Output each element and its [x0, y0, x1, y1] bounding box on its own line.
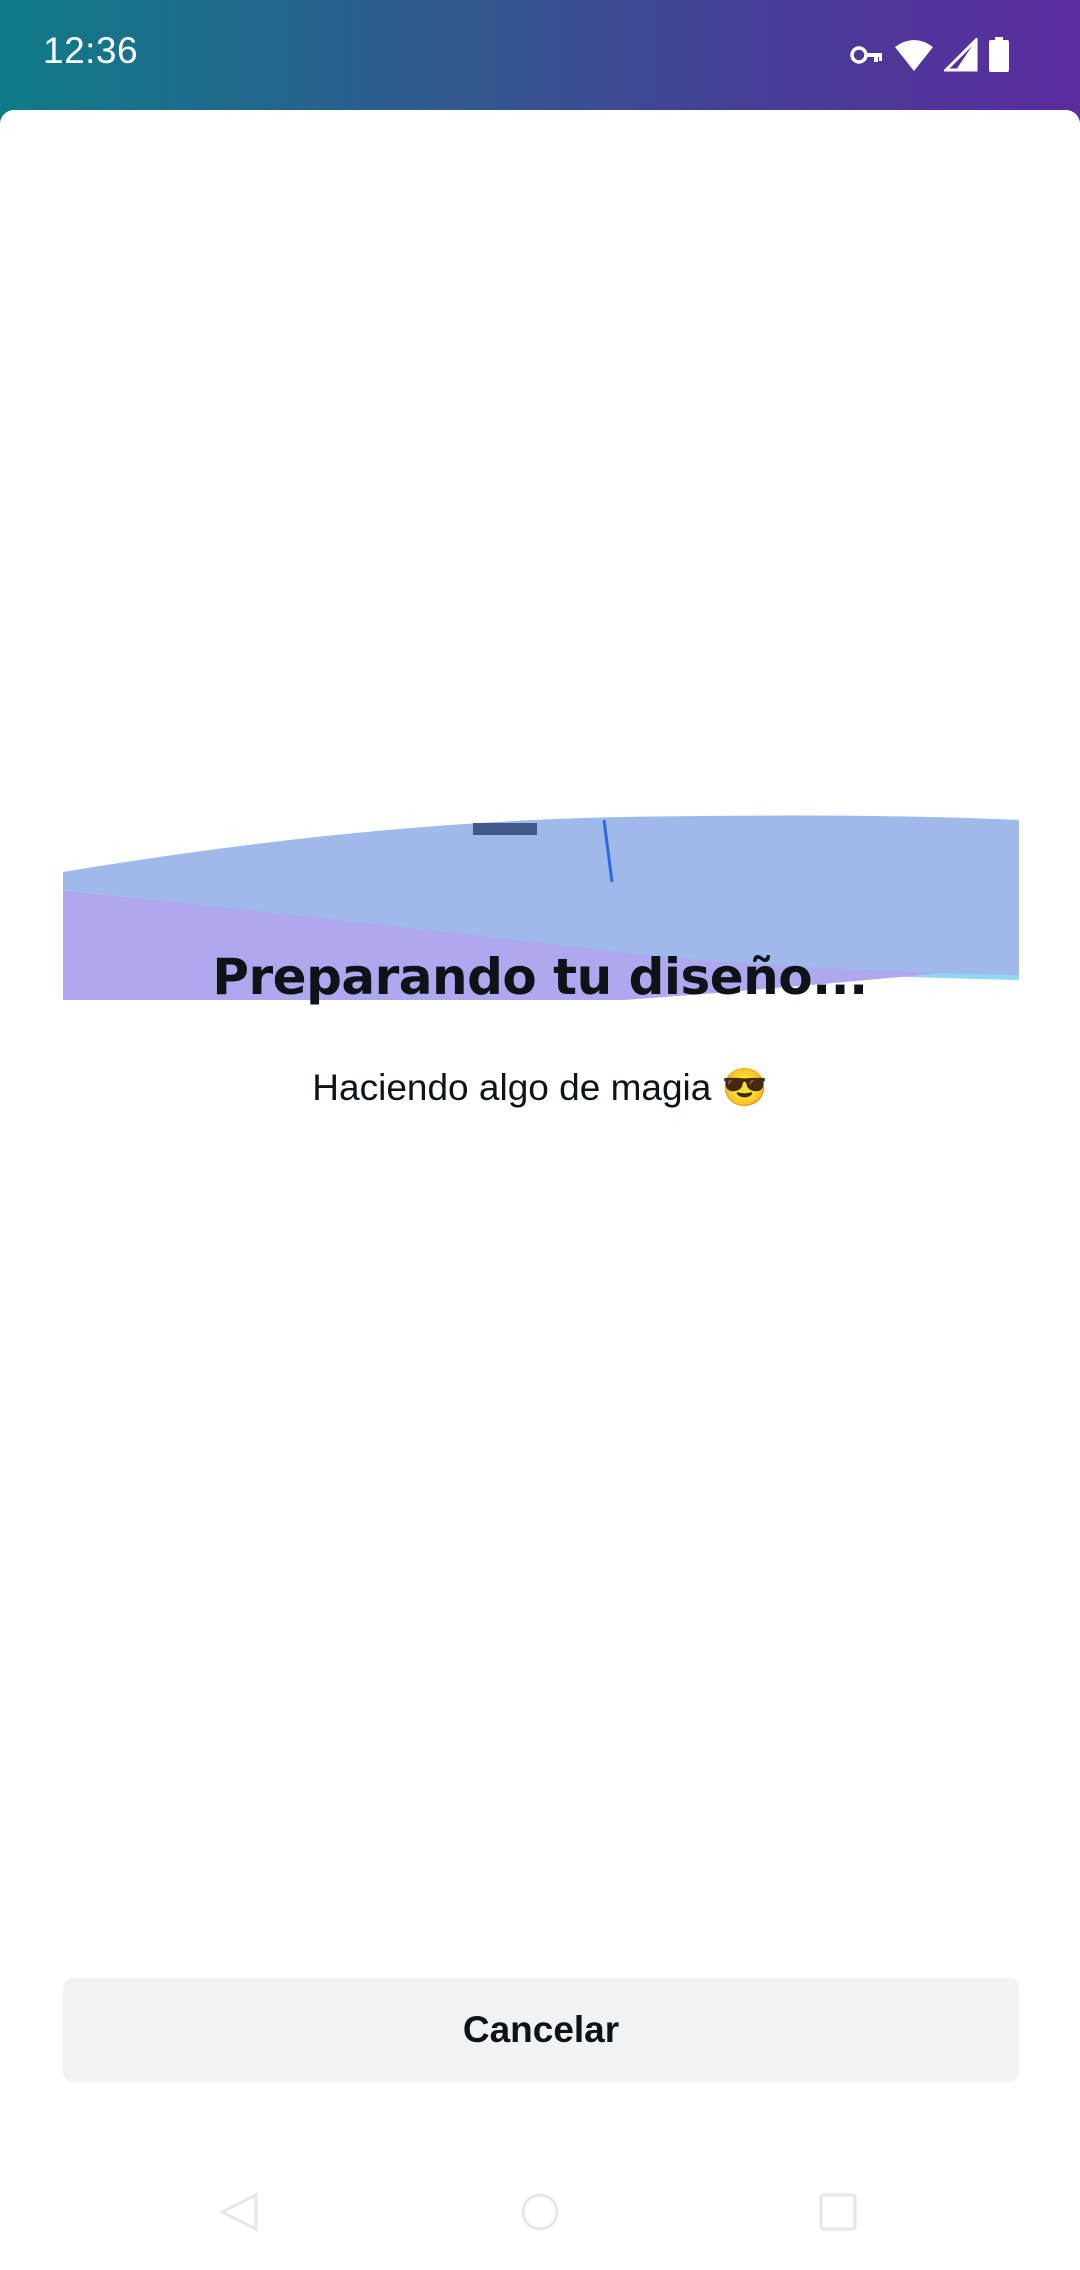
loading-sheet: Preparando tu diseño... Haciendo algo de…: [0, 110, 1080, 2270]
wifi-icon: [894, 38, 934, 72]
system-nav-bar: [0, 2170, 1080, 2270]
loading-subtitle: Haciendo algo de magia 😎: [312, 1067, 768, 1108]
cell-signal-icon: [944, 38, 978, 72]
recents-icon[interactable]: [818, 2192, 858, 2236]
vpn-key-icon: [850, 44, 884, 66]
battery-icon: [988, 37, 1010, 73]
cancel-button[interactable]: Cancelar: [63, 1978, 1019, 2082]
status-icons: [850, 35, 1010, 75]
home-icon[interactable]: [520, 2192, 560, 2236]
status-time: 12:36: [43, 30, 139, 71]
status-bar: 12:36: [0, 0, 1080, 125]
page-title: Preparando tu diseño...: [212, 948, 868, 1006]
back-icon[interactable]: [218, 2192, 258, 2236]
